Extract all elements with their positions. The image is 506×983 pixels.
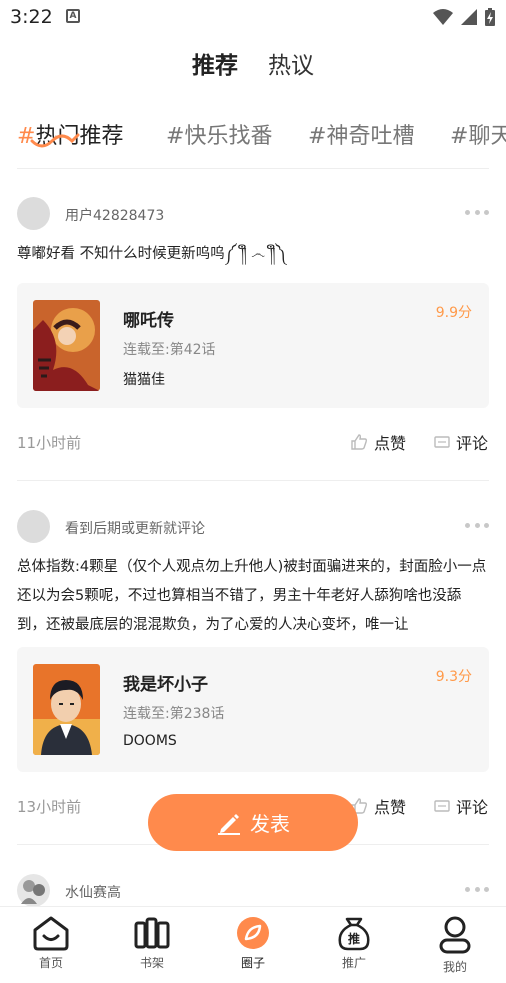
bookshelf-icon	[134, 917, 170, 949]
topic-chat[interactable]: #聊天	[450, 118, 506, 150]
nav-label: 我的	[442, 960, 467, 974]
comic-card[interactable]: 哪吒传 连载至:第42话 猫猫佳 9.9分	[17, 283, 489, 408]
comment-button[interactable]: 评论	[434, 430, 488, 454]
comment-label: 评论	[456, 798, 489, 817]
more-options-icon[interactable]	[465, 210, 489, 216]
topic-rant[interactable]: #神奇吐槽	[308, 118, 414, 150]
comment-button[interactable]: 评论	[434, 794, 488, 818]
notification-icon: A	[66, 9, 80, 23]
comic-cover	[33, 664, 100, 755]
nav-profile[interactable]: 我的	[420, 915, 490, 975]
like-button[interactable]: 点赞	[350, 794, 406, 818]
svg-text:推: 推	[348, 931, 360, 946]
signal-icon	[461, 9, 477, 25]
nav-bookshelf[interactable]: 书架	[117, 915, 187, 971]
avatar[interactable]	[17, 874, 50, 907]
battery-icon	[485, 8, 495, 26]
comic-score: 9.9分	[435, 305, 472, 321]
wifi-icon	[433, 9, 453, 25]
post-text[interactable]: 尊嘟好看 不知什么时候更新呜呜༼ ༎ຶ ෴ ༎ຶ༽	[17, 240, 489, 269]
edit-pen-icon	[218, 813, 240, 835]
avatar[interactable]	[17, 510, 50, 543]
comic-progress: 连载至:第238话	[123, 706, 225, 722]
topic-happy-find[interactable]: #快乐找番	[166, 118, 272, 150]
post-time: 11小时前	[17, 434, 82, 452]
divider	[17, 480, 489, 481]
status-time: 3:22	[10, 6, 53, 28]
nav-promote[interactable]: 推 推广	[319, 915, 389, 971]
publish-label: 发表	[250, 812, 290, 836]
promote-bag-icon: 推	[338, 917, 370, 951]
publish-button[interactable]: 发表	[148, 794, 358, 851]
nav-label: 推广	[341, 956, 366, 970]
username[interactable]: 用户42828473	[65, 205, 164, 225]
thumbs-up-icon	[351, 434, 368, 450]
comment-icon	[434, 800, 450, 812]
top-tabs: 推荐 热议	[0, 46, 506, 90]
comment-icon	[434, 436, 450, 448]
comic-score: 9.3分	[435, 669, 472, 685]
nav-circle[interactable]: 圈子	[218, 915, 288, 971]
like-button[interactable]: 点赞	[350, 430, 406, 454]
status-bar: 3:22 A	[0, 0, 506, 34]
nav-label: 圈子	[240, 956, 265, 970]
nav-label: 书架	[139, 956, 164, 970]
active-topic-wave	[30, 133, 80, 148]
more-options-icon[interactable]	[465, 887, 489, 893]
comic-cover	[33, 300, 100, 391]
like-label: 点赞	[374, 434, 407, 453]
post-time: 13小时前	[17, 798, 82, 816]
home-icon	[33, 916, 69, 951]
comic-title: 哪吒传	[123, 311, 174, 331]
nav-home[interactable]: 首页	[16, 915, 86, 971]
more-options-icon[interactable]	[465, 523, 489, 529]
username[interactable]: 看到后期或更新就评论	[65, 518, 205, 538]
tab-recommend[interactable]: 推荐	[192, 46, 238, 80]
profile-icon	[439, 916, 471, 954]
comic-progress: 连载至:第42话	[123, 342, 216, 358]
divider	[17, 168, 489, 169]
circle-icon	[237, 917, 269, 949]
comment-label: 评论	[456, 434, 489, 453]
comic-author: 猫猫佳	[123, 372, 165, 388]
bottom-nav: 首页 书架 圈子 推 推广 我的	[0, 906, 506, 983]
tab-hot-discussion[interactable]: 热议	[268, 46, 314, 80]
nav-label: 首页	[38, 956, 63, 970]
username[interactable]: 水仙赛高	[65, 882, 121, 902]
post-text[interactable]: 总体指数:4颗星（仅个人观点勿上升他人)被封面骗进来的，封面脸小一点还以为会5颗…	[17, 553, 489, 640]
like-label: 点赞	[374, 798, 407, 817]
avatar[interactable]	[17, 197, 50, 230]
comic-author: DOOMS	[123, 733, 177, 749]
comic-card[interactable]: 我是坏小子 连载至:第238话 DOOMS 9.3分	[17, 647, 489, 772]
status-icons	[432, 7, 496, 27]
comic-title: 我是坏小子	[123, 675, 208, 695]
